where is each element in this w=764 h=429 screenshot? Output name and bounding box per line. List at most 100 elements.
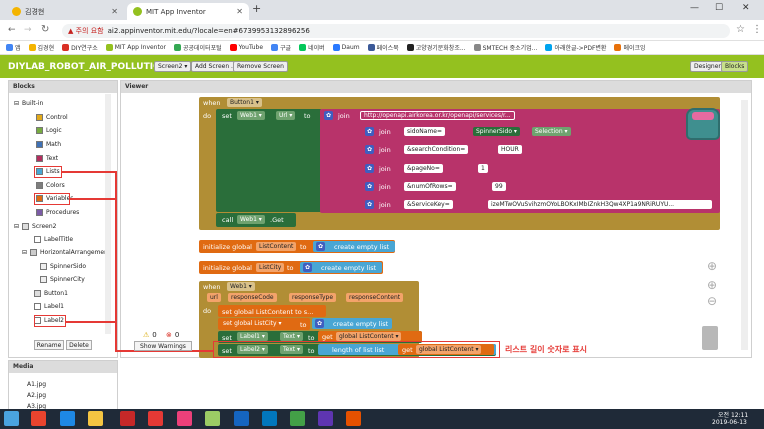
bookmark-item[interactable]: 페이스북 <box>367 43 399 52</box>
string-one[interactable]: 1 <box>478 164 488 173</box>
param-url[interactable]: url <box>207 293 221 302</box>
component-spinnersido[interactable]: SpinnerSido <box>40 263 86 270</box>
media-file[interactable]: A1.jpg <box>27 381 46 388</box>
component-label1[interactable]: Label1 <box>34 303 64 310</box>
bookmark-item[interactable]: YouTube <box>229 44 263 51</box>
string-url[interactable]: http://openapi.airkorea.or.kr/openapi/se… <box>360 111 515 120</box>
forward-icon[interactable]: → <box>24 25 32 35</box>
bookmark-item[interactable]: DIY연구소 <box>62 43 98 52</box>
listcontent-dropdown[interactable]: global ListContent ▾ <box>336 332 402 341</box>
web1-dropdown[interactable]: Web1 ▾ <box>227 282 255 291</box>
security-warning[interactable]: ▲ 주의 요함 <box>68 26 104 36</box>
button1-dropdown[interactable]: Button1 ▾ <box>227 98 262 107</box>
gear-icon[interactable]: ✿ <box>365 200 374 209</box>
param-responsetype[interactable]: responseType <box>289 293 337 302</box>
web1-dropdown[interactable]: Web1 ▾ <box>237 215 265 224</box>
bookmark-item[interactable]: 공공데이터포털 <box>173 43 222 52</box>
zoom-out-icon[interactable]: ⊖ <box>707 294 717 308</box>
gear-icon[interactable]: ✿ <box>316 242 325 251</box>
app-icon[interactable] <box>346 411 361 426</box>
selection-dropdown[interactable]: Selection ▾ <box>532 127 571 136</box>
app-icon[interactable] <box>318 411 333 426</box>
string-hour[interactable]: HOUR <box>498 145 522 154</box>
string-search[interactable]: &searchCondition= <box>404 145 469 154</box>
screen-node[interactable]: ⊟ Screen2 <box>14 223 56 230</box>
set-listcity-label[interactable]: set global ListCity ▾ <box>220 319 285 328</box>
bookmark-item[interactable]: 고양경기문화창조... <box>406 43 466 52</box>
bookmark-item[interactable]: 네이버 <box>299 43 325 52</box>
web1-dropdown[interactable]: Web1 ▾ <box>237 111 265 120</box>
media-file[interactable]: A2.jpg <box>27 392 46 399</box>
designer-button[interactable]: Designer <box>690 61 725 72</box>
string-page[interactable]: &pageNo= <box>404 164 443 173</box>
back-icon[interactable]: ← <box>8 25 16 35</box>
param-responsecontent[interactable]: responseContent <box>346 293 404 302</box>
var-name-listcity[interactable]: ListCity <box>256 263 285 272</box>
app-icon[interactable] <box>177 411 192 426</box>
string-rows[interactable]: &numOfRows= <box>404 182 456 191</box>
bookmark-item[interactable]: 앱 <box>6 43 21 52</box>
trash-icon[interactable] <box>702 326 718 350</box>
gear-icon[interactable]: ✿ <box>324 111 333 120</box>
bookmark-item[interactable]: Daum <box>332 44 360 51</box>
reload-icon[interactable]: ↻ <box>41 24 49 35</box>
app-icon[interactable] <box>120 411 135 426</box>
close-tab-icon[interactable]: ✕ <box>111 7 118 16</box>
app-icon[interactable] <box>205 411 220 426</box>
menu-icon[interactable]: ⋮ <box>752 24 762 35</box>
close-window-button[interactable]: ✕ <box>742 3 750 13</box>
screen-select-button[interactable]: Screen2 ▾ <box>154 61 192 72</box>
text-dropdown[interactable]: Text ▾ <box>280 332 304 341</box>
gear-icon[interactable]: ✿ <box>315 319 324 328</box>
gear-icon[interactable]: ✿ <box>365 164 374 173</box>
app-icon[interactable] <box>234 411 249 426</box>
app-icon[interactable] <box>290 411 305 426</box>
folder-icon[interactable] <box>88 411 103 426</box>
blocks-logic[interactable]: Logic <box>36 127 62 134</box>
blocks-procedures[interactable]: Procedures <box>36 209 79 216</box>
delete-button[interactable]: Delete <box>66 340 92 350</box>
app-icon[interactable] <box>148 411 163 426</box>
close-tab-icon[interactable]: ✕ <box>236 7 243 16</box>
string-99[interactable]: 99 <box>492 182 506 191</box>
gear-icon[interactable]: ✿ <box>365 182 374 191</box>
ie-icon[interactable] <box>60 411 75 426</box>
param-responsecode[interactable]: responseCode <box>228 293 277 302</box>
blocks-control[interactable]: Control <box>36 114 68 121</box>
browser-tab-mit[interactable]: MIT App Inventor ✕ <box>127 3 249 20</box>
workspace-scrollbar[interactable] <box>741 100 748 350</box>
var-name-listcontent[interactable]: ListContent <box>256 242 297 251</box>
string-servicekey[interactable]: &ServiceKey= <box>404 200 453 209</box>
blocks-text[interactable]: Text <box>36 155 58 162</box>
panel-scrollbar[interactable] <box>105 94 111 334</box>
minimize-button[interactable]: — <box>690 3 699 13</box>
builtin-node[interactable]: ⊟ Built-in <box>14 100 43 107</box>
bookmark-item[interactable]: 구글 <box>271 43 291 52</box>
maximize-button[interactable]: ☐ <box>715 3 723 13</box>
blocks-button[interactable]: Blocks <box>721 61 749 72</box>
rename-button[interactable]: Rename <box>34 340 64 350</box>
bookmark-item[interactable]: 아래한글->PDF변환 <box>545 43 606 52</box>
windows-start-icon[interactable] <box>4 411 19 426</box>
show-warnings-button[interactable]: Show Warnings <box>134 341 192 351</box>
component-horizontal[interactable]: ⊟ HorizontalArrangemen <box>22 249 108 256</box>
remove-screen-button[interactable]: Remove Screen <box>233 61 288 72</box>
star-icon[interactable]: ☆ <box>736 24 745 35</box>
component-spinnercity[interactable]: SpinnerCity <box>40 276 85 283</box>
url-field[interactable]: ▲ 주의 요함 ai2.appinventor.mit.edu/?locale=e… <box>62 24 730 38</box>
bookmark-item[interactable]: MIT App Inventor <box>105 44 166 51</box>
bookmark-item[interactable]: SMTECH 중소기업... <box>473 43 537 52</box>
browser-tab-kkh[interactable]: 김경현 ✕ <box>6 3 124 20</box>
blocks-colors[interactable]: Colors <box>36 182 65 189</box>
gear-icon[interactable]: ✿ <box>365 145 374 154</box>
url-dropdown[interactable]: Url ▾ <box>276 111 296 120</box>
blocks-math[interactable]: Math <box>36 141 61 148</box>
string-sido[interactable]: sidoName= <box>404 127 446 136</box>
string-keyvalue[interactable]: izeMTwOVuSvihzmOYoLBOKxIMbIZnkH3Qw4XP1a9… <box>488 200 712 209</box>
label1-dropdown[interactable]: Label1 ▾ <box>237 332 268 341</box>
set-web1-url-block[interactable] <box>216 109 322 212</box>
bookmark-item[interactable]: 메이크잉 <box>614 43 646 52</box>
gear-icon[interactable]: ✿ <box>365 127 374 136</box>
spinner-sido-getter[interactable]: SpinnerSido ▾ <box>473 127 520 136</box>
app-icon[interactable] <box>262 411 277 426</box>
